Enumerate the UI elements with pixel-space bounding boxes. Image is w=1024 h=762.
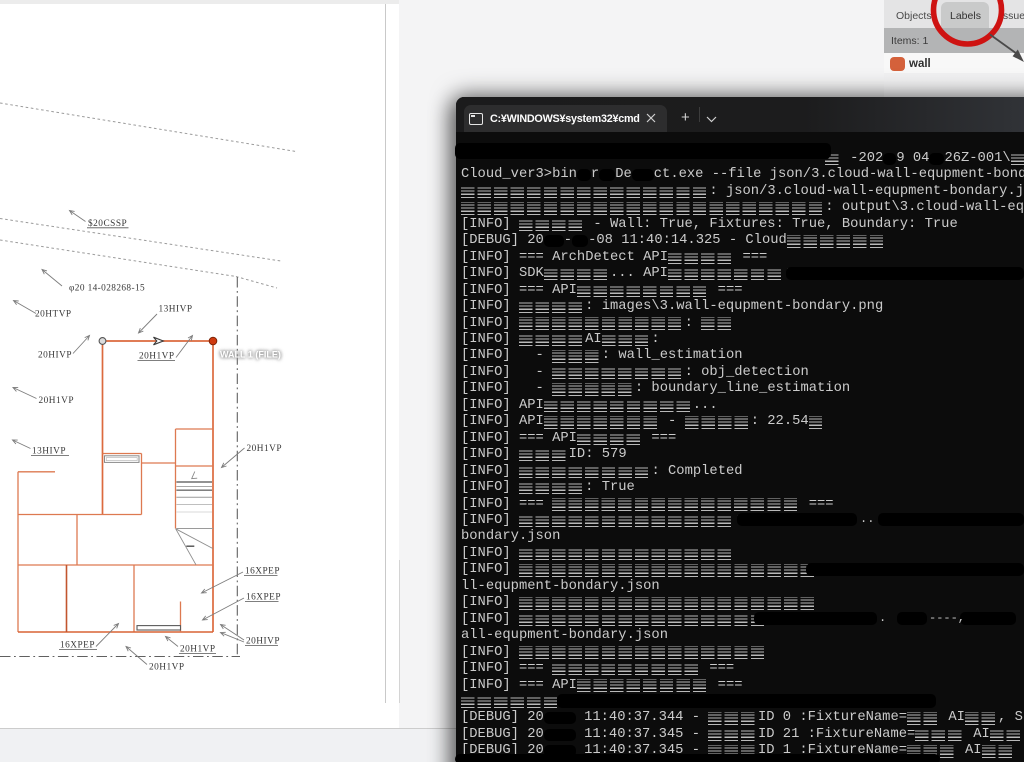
svg-text:20H1VP: 20H1VP: [180, 645, 216, 655]
svg-text:20H1VP: 20H1VP: [139, 352, 175, 362]
svg-text:20HIVP: 20HIVP: [246, 637, 280, 647]
svg-text:20HIVP: 20HIVP: [38, 351, 72, 361]
svg-text:20HTVP: 20HTVP: [35, 310, 72, 320]
svg-text:20H1VP: 20H1VP: [247, 444, 283, 454]
svg-text:φ20 14-028268-15: φ20 14-028268-15: [69, 284, 145, 294]
svg-text:13HIVP: 13HIVP: [32, 447, 66, 457]
svg-text:16XPEP: 16XPEP: [246, 593, 281, 603]
svg-text:WALL 1 (FILE): WALL 1 (FILE): [220, 350, 281, 360]
svg-text:20H1VP: 20H1VP: [149, 663, 185, 673]
svg-text:13HIVP: 13HIVP: [159, 305, 193, 315]
svg-text:16XPEP: 16XPEP: [245, 567, 280, 577]
svg-text:16XPEP: 16XPEP: [60, 641, 95, 651]
svg-text:20H1VP: 20H1VP: [39, 396, 75, 406]
svg-text:$20CSSP: $20CSSP: [88, 218, 127, 229]
